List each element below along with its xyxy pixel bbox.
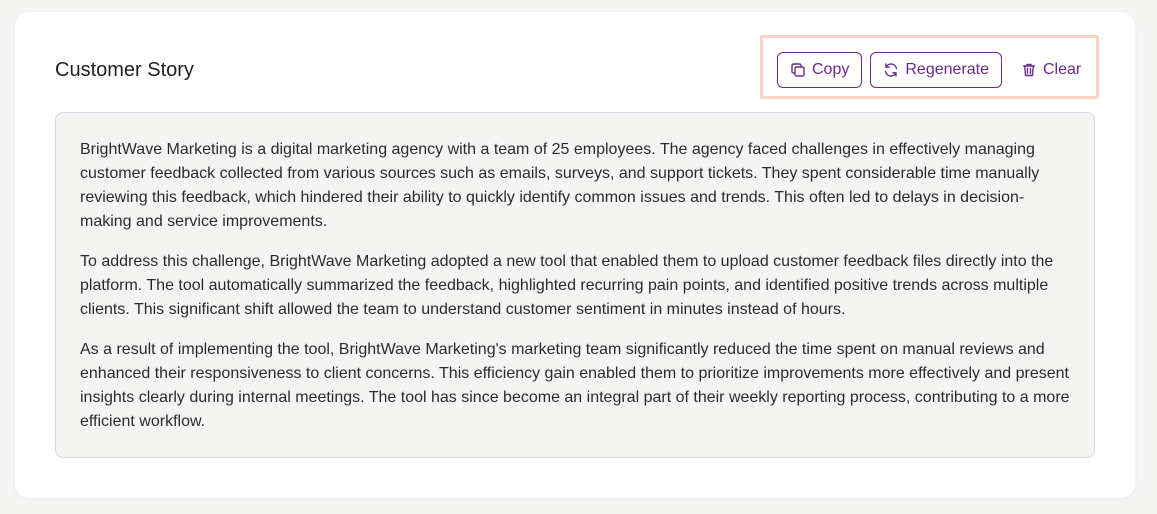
page-title: Customer Story: [55, 59, 194, 81]
action-toolbar: Copy Regenerate Clear: [777, 52, 1091, 88]
clear-button-label: Clear: [1042, 61, 1082, 78]
clear-button[interactable]: Clear: [1009, 52, 1091, 88]
trash-icon: [1021, 62, 1037, 78]
copy-icon: [790, 62, 806, 78]
refresh-icon: [883, 62, 899, 78]
story-paragraph-3: As a result of implementing the tool, Br…: [80, 341, 1070, 430]
customer-story-card: Customer Story Copy Regenerate Clear Bri…: [15, 12, 1135, 498]
story-paragraph-1: BrightWave Marketing is a digital market…: [80, 141, 1040, 230]
story-paragraph-2: To address this challenge, BrightWave Ma…: [80, 253, 1054, 318]
copy-button[interactable]: Copy: [777, 52, 863, 88]
regenerate-button[interactable]: Regenerate: [870, 52, 1002, 88]
regenerate-button-label: Regenerate: [905, 61, 989, 78]
story-content: BrightWave Marketing is a digital market…: [55, 112, 1095, 458]
copy-button-label: Copy: [812, 61, 850, 78]
